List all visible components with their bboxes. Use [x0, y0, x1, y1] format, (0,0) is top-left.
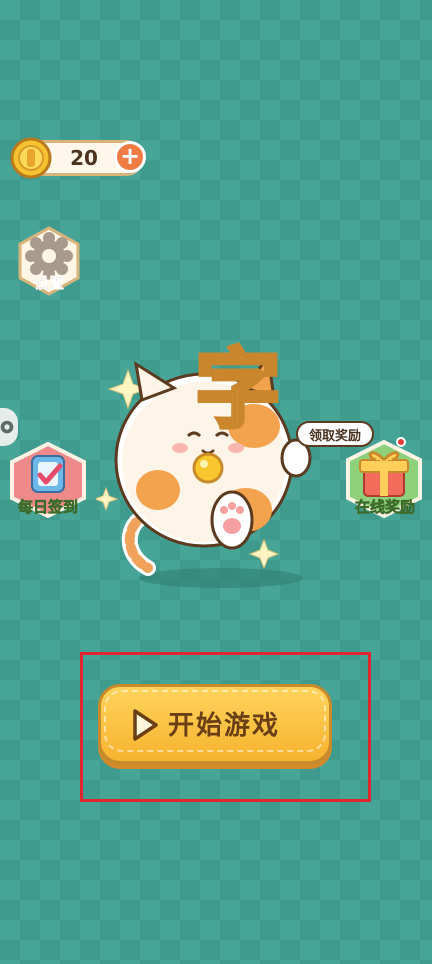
daily-checkin-label: 每日签到 [17, 498, 79, 517]
settings-label: 设置 [33, 274, 64, 292]
gold-coin-icon [10, 137, 52, 179]
coin-count: 20 [70, 146, 98, 170]
online-reward-label: 在线奖励 [354, 498, 416, 517]
play-icon [133, 709, 158, 741]
reward-notification-dot [396, 437, 406, 447]
add-coins-button[interactable]: + [114, 141, 146, 173]
side-tab[interactable] [0, 408, 18, 446]
calendar-check-icon [31, 455, 65, 493]
mascot-title-character: 字 [193, 338, 283, 442]
gift-box-icon [359, 451, 409, 497]
start-game-label: 开始游戏 [168, 711, 281, 741]
gear-icon [0, 420, 14, 434]
